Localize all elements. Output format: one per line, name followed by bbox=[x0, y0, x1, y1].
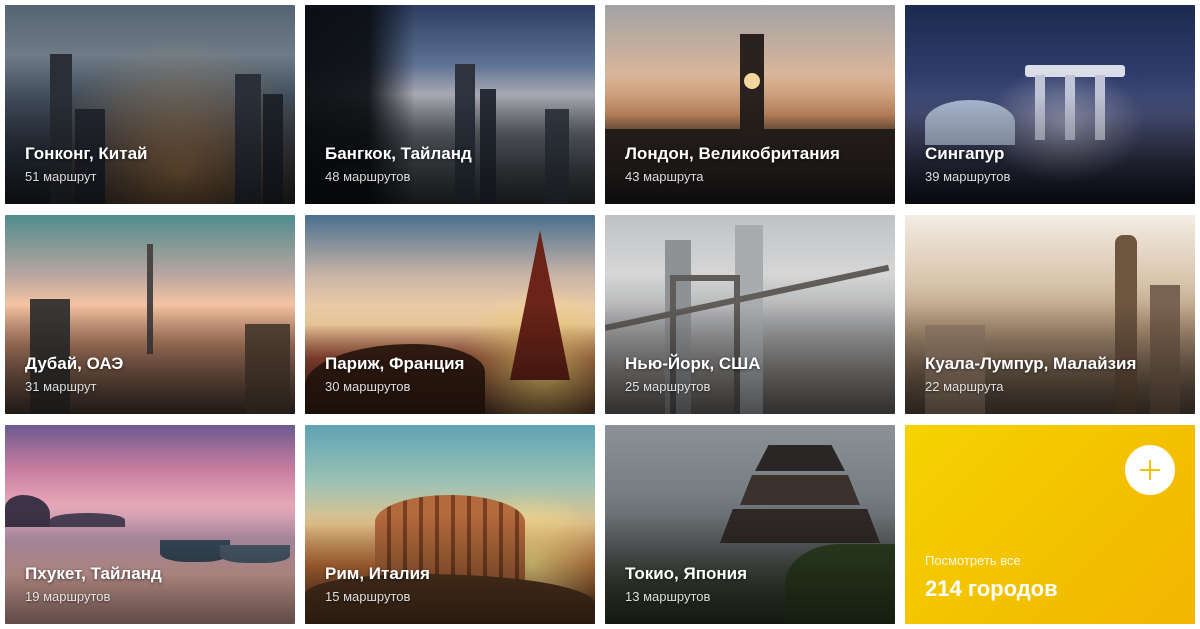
city-card-london[interactable]: Лондон, Великобритания 43 маршрута bbox=[605, 5, 895, 204]
route-count: 31 маршрут bbox=[25, 379, 97, 394]
city-card-new-york[interactable]: Нью-Йорк, США 25 маршрутов bbox=[605, 215, 895, 414]
city-caption: Рим, Италия 15 маршрутов bbox=[325, 564, 430, 604]
city-name: Сингапур bbox=[925, 144, 1005, 163]
route-count: 25 маршрутов bbox=[625, 379, 711, 394]
city-name: Токио, Япония bbox=[625, 564, 747, 583]
add-button[interactable] bbox=[1125, 445, 1175, 495]
city-caption: Куала-Лумпур, Малайзия 22 маршрута bbox=[925, 354, 1136, 394]
city-caption: Париж, Франция 30 маршрутов bbox=[325, 354, 464, 394]
route-count: 39 маршрутов bbox=[925, 169, 1011, 184]
city-card-singapore[interactable]: Сингапур 39 маршрутов bbox=[905, 5, 1195, 204]
city-name: Нью-Йорк, США bbox=[625, 354, 761, 373]
view-all-cities-card[interactable]: Посмотреть все 214 городов bbox=[905, 425, 1195, 624]
city-card-hong-kong[interactable]: Гонконг, Китай 51 маршрут bbox=[5, 5, 295, 204]
city-name: Гонконг, Китай bbox=[25, 144, 148, 163]
plus-icon bbox=[1140, 460, 1160, 480]
view-all-caption: Посмотреть все 214 городов bbox=[925, 553, 1058, 602]
city-name: Рим, Италия bbox=[325, 564, 430, 583]
city-card-dubai[interactable]: Дубай, ОАЭ 31 маршрут bbox=[5, 215, 295, 414]
city-caption: Нью-Йорк, США 25 маршрутов bbox=[625, 354, 761, 394]
city-caption: Гонконг, Китай 51 маршрут bbox=[25, 144, 147, 184]
city-name: Бангкок, Тайланд bbox=[325, 144, 472, 163]
route-count: 19 маршрутов bbox=[25, 589, 111, 604]
city-caption: Дубай, ОАЭ 31 маршрут bbox=[25, 354, 123, 394]
city-card-paris[interactable]: Париж, Франция 30 маршрутов bbox=[305, 215, 595, 414]
city-caption: Лондон, Великобритания 43 маршрута bbox=[625, 144, 840, 184]
city-card-tokyo[interactable]: Токио, Япония 13 маршрутов bbox=[605, 425, 895, 624]
city-name: Париж, Франция bbox=[325, 354, 465, 373]
route-count: 13 маршрутов bbox=[625, 589, 711, 604]
city-card-kuala-lumpur[interactable]: Куала-Лумпур, Малайзия 22 маршрута bbox=[905, 215, 1195, 414]
city-name: Пхукет, Тайланд bbox=[25, 564, 162, 583]
city-card-phuket[interactable]: Пхукет, Тайланд 19 маршрутов bbox=[5, 425, 295, 624]
city-caption: Токио, Япония 13 маршрутов bbox=[625, 564, 747, 604]
route-count: 30 маршрутов bbox=[325, 379, 411, 394]
city-caption: Пхукет, Тайланд 19 маршрутов bbox=[25, 564, 162, 604]
city-caption: Сингапур 39 маршрутов bbox=[925, 144, 1010, 184]
city-caption: Бангкок, Тайланд 48 маршрутов bbox=[325, 144, 472, 184]
route-count: 51 маршрут bbox=[25, 169, 97, 184]
city-card-bangkok[interactable]: Бангкок, Тайланд 48 маршрутов bbox=[305, 5, 595, 204]
city-name: Куала-Лумпур, Малайзия bbox=[925, 354, 1137, 373]
city-total-count: 214 городов bbox=[925, 576, 1058, 601]
route-count: 22 маршрута bbox=[925, 379, 1004, 394]
city-grid: Гонконг, Китай 51 маршрут Бангкок, Тайла… bbox=[5, 5, 1195, 624]
route-count: 43 маршрута bbox=[625, 169, 704, 184]
route-count: 48 маршрутов bbox=[325, 169, 411, 184]
city-name: Лондон, Великобритания bbox=[625, 144, 840, 163]
route-count: 15 маршрутов bbox=[325, 589, 411, 604]
city-card-rome[interactable]: Рим, Италия 15 маршрутов bbox=[305, 425, 595, 624]
city-name: Дубай, ОАЭ bbox=[25, 354, 124, 373]
view-all-label: Посмотреть все bbox=[925, 553, 1021, 568]
